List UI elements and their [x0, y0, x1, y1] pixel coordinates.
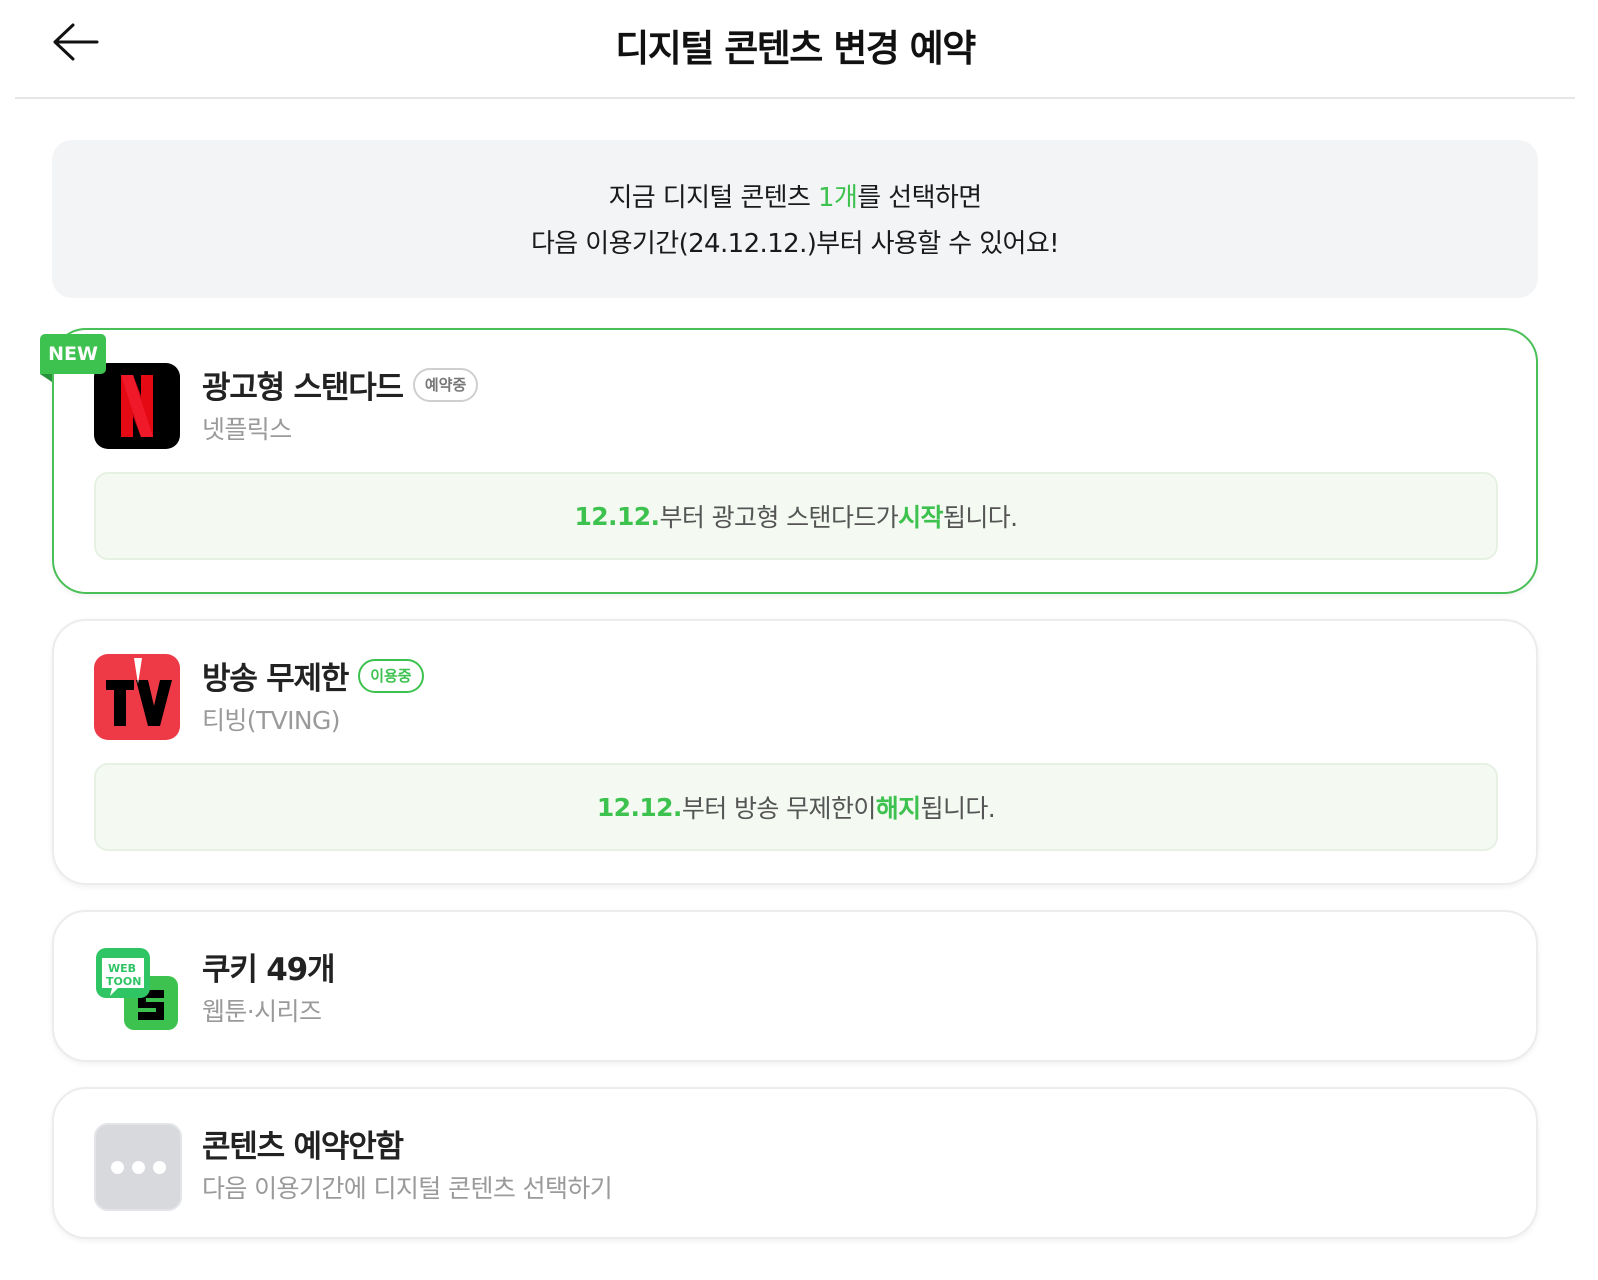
status-message: 12.12. 부터 방송 무제한이 해지 됩니다. [94, 763, 1498, 851]
in-use-badge: 이용중 [358, 658, 424, 693]
provider-name: 티빙(TVING) [202, 706, 341, 735]
plan-name: 광고형 스탠다드 [202, 370, 404, 406]
card-title-row: 쿠키 49개 [202, 944, 335, 989]
plan-name: 쿠키 49개 [202, 952, 335, 988]
new-ribbon-fold [40, 374, 52, 382]
header: 디지털 콘텐츠 변경 예약 [15, 0, 1575, 99]
status-message: 12.12. 부터 광고형 스탠다드가 시작 됩니다. [94, 472, 1498, 560]
tving-logo-icon [94, 654, 180, 740]
status-text: 됩니다. [920, 794, 996, 823]
netflix-logo-icon [94, 363, 180, 449]
plan-name: 방송 무제한 [202, 661, 349, 697]
notice-text: 를 선택하면 [857, 183, 982, 213]
status-text: 부터 방송 무제한이 [681, 794, 877, 823]
page-title: 디지털 콘텐츠 변경 예약 [615, 27, 976, 70]
notice-line-1: 지금 디지털 콘텐츠 1개를 선택하면 [52, 175, 1538, 221]
webtoon-logo-text: TOON [106, 975, 142, 988]
status-date: 12.12. [596, 792, 683, 822]
more-dots-icon [94, 1123, 182, 1211]
card-title-row: 콘텐츠 예약안함 [202, 1121, 404, 1166]
status-text: 부터 광고형 스탠다드가 [659, 503, 899, 532]
notice-count: 1개 [818, 183, 858, 213]
content-card-netflix[interactable]: 광고형 스탠다드 예약중 넷플릭스 12.12. 부터 광고형 스탠다드가 시작 됩… [52, 328, 1538, 594]
provider-name: 다음 이용기간에 디지털 콘텐츠 선택하기 [202, 1174, 613, 1203]
webtoon-logo-text: WEB [108, 962, 137, 975]
content-card-tving[interactable]: 방송 무제한 이용중 티빙(TVING) 12.12. 부터 방송 무제한이 해지… [52, 619, 1538, 885]
new-ribbon: NEW [40, 334, 106, 374]
notice-line-2: 다음 이용기간(24.12.12.)부터 사용할 수 있어요! [530, 229, 1060, 259]
provider-name: 웹툰·시리즈 [202, 997, 322, 1026]
plan-name: 콘텐츠 예약안함 [202, 1129, 404, 1165]
card-title-row: 광고형 스탠다드 예약중 [202, 362, 479, 407]
card-title-row: 방송 무제한 이용중 [202, 653, 424, 698]
status-highlight: 해지 [875, 794, 921, 823]
status-text: 됩니다. [942, 503, 1018, 532]
notice-text: 지금 디지털 콘텐츠 [608, 183, 819, 213]
webtoon-series-logo-icon: WEB TOON [94, 946, 180, 1032]
reserved-badge: 예약중 [412, 367, 479, 402]
status-highlight: 시작 [898, 503, 943, 532]
content-card-no-reservation[interactable]: 콘텐츠 예약안함 다음 이용기간에 디지털 콘텐츠 선택하기 [52, 1087, 1538, 1239]
notice-box: 지금 디지털 콘텐츠 1개를 선택하면 다음 이용기간(24.12.12.)부터… [52, 140, 1538, 298]
provider-name: 넷플릭스 [202, 415, 292, 444]
content-card-webtoon[interactable]: WEB TOON 쿠키 49개 웹툰·시리즈 [52, 910, 1538, 1062]
status-date: 12.12. [574, 501, 660, 531]
